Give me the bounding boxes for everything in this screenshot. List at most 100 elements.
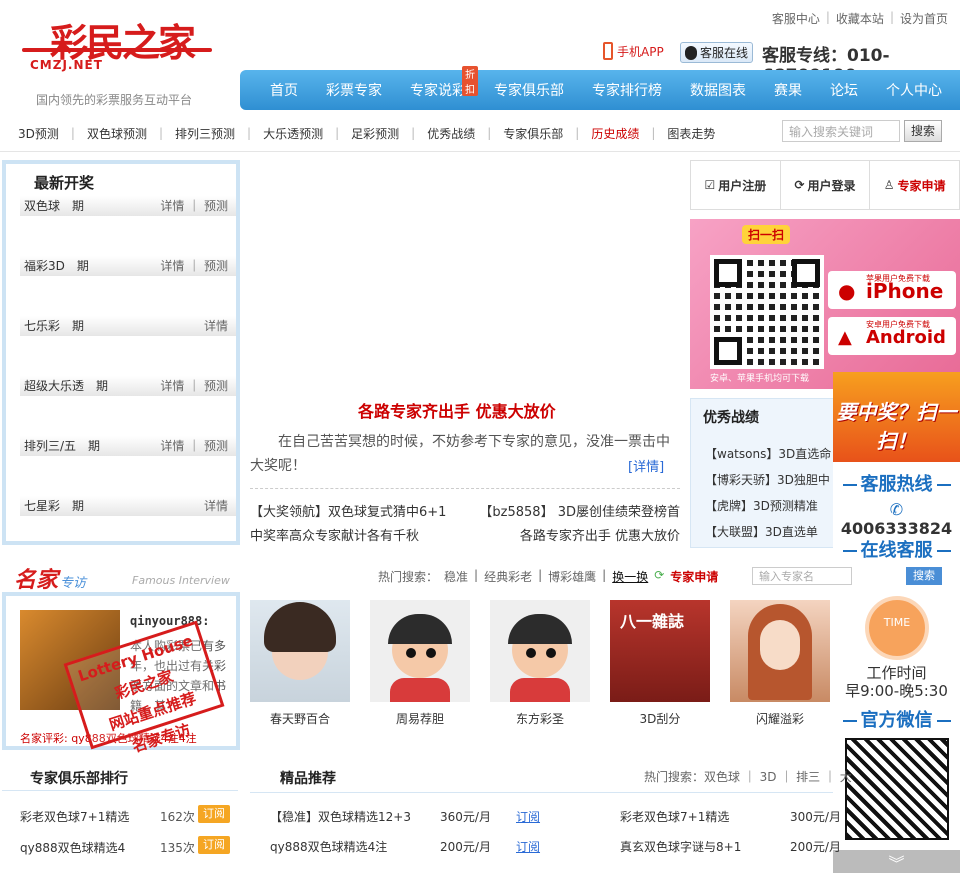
hero-text: 在自己苦苦冥想的时候，不妨参考下专家的意见，没准一票击中大奖呢！: [250, 434, 670, 474]
phone-icon: [603, 42, 613, 60]
mobile-app-link[interactable]: 手机APP: [603, 42, 664, 60]
nav-charts[interactable]: 数据图表: [690, 80, 746, 100]
expert-cartoon-avatar[interactable]: [490, 600, 590, 702]
subnav-pl3[interactable]: 排列三预测: [175, 125, 247, 142]
refresh-icon: ⟳: [794, 178, 805, 192]
record-item[interactable]: 【虎牌】3D预测精准: [705, 497, 835, 514]
expert-apply-button[interactable]: ♙ 专家申请: [870, 161, 959, 209]
nav-forum[interactable]: 论坛: [830, 80, 858, 100]
swap-link[interactable]: 换一换: [612, 568, 648, 585]
register-button[interactable]: ☑ 用户注册: [691, 161, 781, 209]
subnav-3d[interactable]: 3D预测: [18, 125, 71, 142]
nav-results[interactable]: 赛果: [774, 80, 802, 100]
club-name[interactable]: qy888双色球精选4: [20, 841, 125, 855]
featured-item[interactable]: qy888双色球精选4注: [270, 840, 387, 854]
news-list: 【大奖领航】双色球复式猜中6+1 【bz5858】 3D屡创佳绩荣登榜首 中奖率高…: [250, 488, 680, 549]
club-ranking-title: 专家俱乐部排行: [30, 771, 128, 787]
site-logo[interactable]: 彩民之家 CMZJ.NET: [22, 10, 217, 82]
latest-draws-title: 最新开奖: [34, 174, 95, 192]
download-tip: 安卓、苹果手机均可下载: [710, 374, 810, 384]
draw-links[interactable]: 详情 ｜ 预测: [160, 376, 228, 396]
online-service-link[interactable]: 在线客服: [833, 536, 960, 562]
divider: [250, 792, 833, 793]
subnav-club[interactable]: 专家俱乐部: [503, 125, 575, 142]
draw-links[interactable]: 详情 ｜ 预测: [160, 256, 228, 276]
featured-row: 彩老双色球7+1精选 300元/月: [620, 810, 841, 824]
clock-icon: TIME: [865, 596, 929, 660]
draw-links[interactable]: 详情: [204, 496, 228, 516]
club-name[interactable]: 彩老双色球7+1精选: [20, 810, 129, 824]
expert-cartoon-avatar[interactable]: [370, 600, 470, 702]
subnav-dlt[interactable]: 大乐透预测: [263, 125, 335, 142]
user-actions: ☑ 用户注册 ⟳ 用户登录 ♙ 专家申请: [690, 160, 960, 210]
set-homepage-link[interactable]: 设为首页: [900, 10, 948, 27]
nav-home[interactable]: 首页: [270, 80, 298, 100]
service-hotline-title: 客服热线: [833, 470, 960, 496]
nav-expert-club[interactable]: 专家俱乐部: [494, 80, 564, 100]
featured-row: 真玄双色球字谜与8+1 200元/月: [620, 840, 841, 854]
expert-photo[interactable]: [730, 600, 830, 702]
news-item[interactable]: 中奖率高众专家献计各有千秋: [250, 525, 419, 549]
record-item[interactable]: 【博彩天骄】3D独胆中: [705, 471, 835, 488]
subnav-ssq[interactable]: 双色球预测: [87, 125, 159, 142]
expert-label[interactable]: 3D刮分: [610, 710, 710, 727]
expert-apply-link[interactable]: 专家申请: [670, 568, 718, 585]
hero-detail-link[interactable]: [详情]: [628, 456, 664, 475]
subnav-trend[interactable]: 图表走势: [667, 125, 727, 142]
subnav-football[interactable]: 足彩预测: [351, 125, 411, 142]
news-item[interactable]: 各路专家齐出手 优惠大放价: [520, 525, 680, 549]
hero-headline[interactable]: 各路专家齐出手 优惠大放价: [358, 398, 556, 422]
featured-item[interactable]: 彩老双色球7+1精选: [620, 810, 729, 824]
excellent-title: 优秀战绩: [703, 410, 759, 426]
club-row: qy888双色球精选4 135次 订阅: [20, 836, 230, 856]
nav-user-center[interactable]: 个人中心: [886, 80, 942, 100]
login-button[interactable]: ⟳ 用户登录: [781, 161, 871, 209]
draw-links[interactable]: 详情: [204, 316, 228, 336]
subscribe-button[interactable]: 订阅: [198, 836, 230, 854]
news-item[interactable]: 【大奖领航】双色球复式猜中6+1: [250, 501, 446, 525]
qq-service-button[interactable]: 客服在线: [680, 42, 754, 63]
expert-label[interactable]: 春天野百合: [250, 710, 350, 727]
subnav-record[interactable]: 优秀战绩: [427, 125, 487, 142]
android-download-button[interactable]: 安卓用户免费下载 ▲ Android: [828, 317, 956, 355]
expert-photo[interactable]: [250, 600, 350, 702]
excellent-record-panel: 优秀战绩 【watsons】3D直选命 【博彩天骄】3D独胆中 【虎牌】3D预测…: [690, 398, 840, 548]
hot-keyword[interactable]: 博彩雄鹰: [548, 568, 596, 585]
subnav-history[interactable]: 历史成绩: [591, 125, 651, 142]
scan-banner[interactable]: 要中奖？扫一扫！: [833, 372, 960, 462]
hot-keyword[interactable]: 稳准: [444, 568, 468, 585]
expert-label[interactable]: 闪耀溢彩: [730, 710, 830, 727]
bookmark-link[interactable]: 收藏本站: [836, 10, 884, 27]
news-item[interactable]: 【bz5858】 3D屡创佳绩荣登榜首: [479, 501, 680, 525]
expert-photo[interactable]: 八一雜誌: [610, 600, 710, 702]
divider: [2, 790, 238, 791]
expert-search-input[interactable]: 输入专家名: [752, 567, 852, 585]
hot-keyword[interactable]: 经典彩老: [484, 568, 532, 585]
featured-item[interactable]: 真玄双色球字谜与8+1: [620, 840, 741, 854]
nav-expert-rank[interactable]: 专家排行榜: [592, 80, 662, 100]
subscribe-link[interactable]: 订阅: [516, 838, 540, 855]
collapse-chevron-icon[interactable]: ︾: [833, 850, 960, 873]
app-download-ad[interactable]: 扫一扫 安卓、苹果手机均可下载 苹果用户免费下载 ● iPhone 安卓用户免费下载…: [690, 219, 960, 389]
expert-label[interactable]: 周易荐胆: [370, 710, 470, 727]
draw-links[interactable]: 详情 ｜ 预测: [160, 436, 228, 456]
nav-experts[interactable]: 彩票专家: [326, 80, 382, 100]
subscribe-button[interactable]: 订阅: [198, 805, 230, 823]
record-item[interactable]: 【大联盟】3D直选单: [705, 523, 835, 540]
service-center-link[interactable]: 客服中心: [772, 10, 820, 27]
draw-links[interactable]: 详情 ｜ 预测: [160, 196, 228, 216]
subscribe-link[interactable]: 订阅: [516, 808, 540, 825]
featured-hot-search[interactable]: 热门搜索：双色球 ｜ 3D ｜ 排三 ｜ 大: [644, 768, 852, 785]
expert-label[interactable]: 东方彩圣: [490, 710, 590, 727]
featured-item[interactable]: 【稳准】双色球精选12+3: [270, 810, 411, 824]
ios-download-button[interactable]: 苹果用户免费下载 ● iPhone: [828, 271, 956, 309]
search-input[interactable]: 输入搜索关键词: [782, 120, 900, 142]
qr-code: [710, 255, 824, 369]
expert-search-button[interactable]: 搜索: [906, 567, 942, 585]
record-item[interactable]: 【watsons】3D直选命: [705, 445, 835, 462]
search-button[interactable]: 搜索: [904, 120, 942, 142]
service-phone: ✆ 4006333824: [840, 500, 953, 538]
featured-row: 【稳准】双色球精选12+3 360元/月 订阅: [270, 810, 541, 824]
nav-expert-talk[interactable]: 专家说彩 折扣: [410, 66, 478, 100]
draw-row: 七星彩 期详情: [20, 496, 236, 516]
